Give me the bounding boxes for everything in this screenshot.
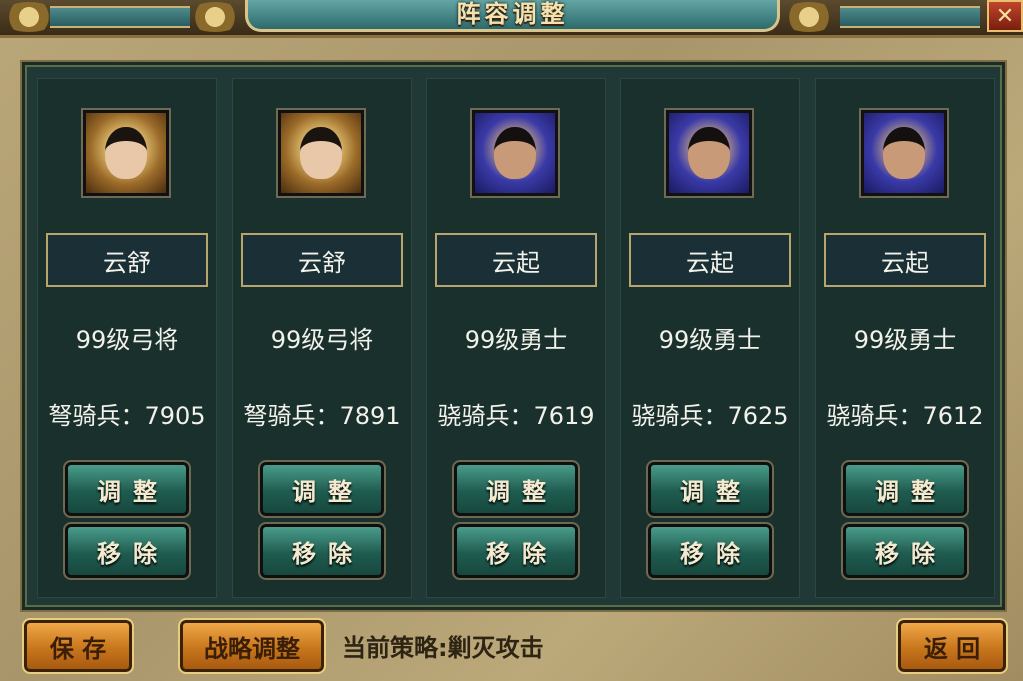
level-class-label: 99级勇士 bbox=[853, 326, 957, 354]
troop-count-label: 弩骑兵：7905 bbox=[48, 402, 206, 430]
remove-button[interactable]: 移除 bbox=[258, 522, 386, 580]
general-name: 云舒 bbox=[46, 233, 208, 287]
troop-count-label: 骁骑兵：7612 bbox=[826, 402, 984, 430]
title-strip-left bbox=[50, 6, 190, 28]
face-icon bbox=[688, 127, 730, 179]
adjust-button[interactable]: 调整 bbox=[646, 460, 774, 518]
female-general-portrait[interactable] bbox=[81, 108, 171, 198]
back-button[interactable]: 返 回 bbox=[896, 618, 1008, 674]
cloud-ornament-icon bbox=[780, 2, 838, 32]
strategy-adjust-button[interactable]: 战略调整 bbox=[178, 618, 326, 674]
level-class-label: 99级弓将 bbox=[75, 326, 179, 354]
face-icon bbox=[883, 127, 925, 179]
face-icon bbox=[494, 127, 536, 179]
save-button[interactable]: 保 存 bbox=[22, 618, 134, 674]
troop-count-label: 骁骑兵：7625 bbox=[631, 402, 789, 430]
cloud-ornament-icon bbox=[186, 2, 244, 32]
troop-count-label: 弩骑兵：7891 bbox=[243, 402, 401, 430]
level-class-label: 99级勇士 bbox=[658, 326, 762, 354]
adjust-button[interactable]: 调整 bbox=[258, 460, 386, 518]
adjust-button[interactable]: 调整 bbox=[63, 460, 191, 518]
troop-count-label: 骁骑兵：7619 bbox=[437, 402, 595, 430]
general-name: 云起 bbox=[629, 233, 791, 287]
remove-button[interactable]: 移除 bbox=[646, 522, 774, 580]
remove-button[interactable]: 移除 bbox=[63, 522, 191, 580]
adjust-button[interactable]: 调整 bbox=[452, 460, 580, 518]
title-strip-right bbox=[840, 6, 980, 28]
level-class-label: 99级弓将 bbox=[270, 326, 374, 354]
title-plate: 阵容调整 bbox=[245, 0, 780, 32]
current-strategy-label: 当前策略:剿灭攻击 bbox=[342, 634, 544, 662]
male-warrior-portrait[interactable] bbox=[859, 108, 949, 198]
remove-button[interactable]: 移除 bbox=[452, 522, 580, 580]
general-name: 云起 bbox=[824, 233, 986, 287]
adjust-button[interactable]: 调整 bbox=[841, 460, 969, 518]
male-warrior-portrait[interactable] bbox=[664, 108, 754, 198]
general-name: 云起 bbox=[435, 233, 597, 287]
remove-button[interactable]: 移除 bbox=[841, 522, 969, 580]
female-general-portrait[interactable] bbox=[276, 108, 366, 198]
face-icon bbox=[300, 127, 342, 179]
page-title: 阵容调整 bbox=[456, 0, 569, 28]
title-bar: 阵容调整 ✕ bbox=[0, 0, 1023, 38]
face-icon bbox=[105, 127, 147, 179]
close-button[interactable]: ✕ bbox=[987, 0, 1023, 32]
general-name: 云舒 bbox=[241, 233, 403, 287]
level-class-label: 99级勇士 bbox=[464, 326, 568, 354]
male-warrior-portrait[interactable] bbox=[470, 108, 560, 198]
